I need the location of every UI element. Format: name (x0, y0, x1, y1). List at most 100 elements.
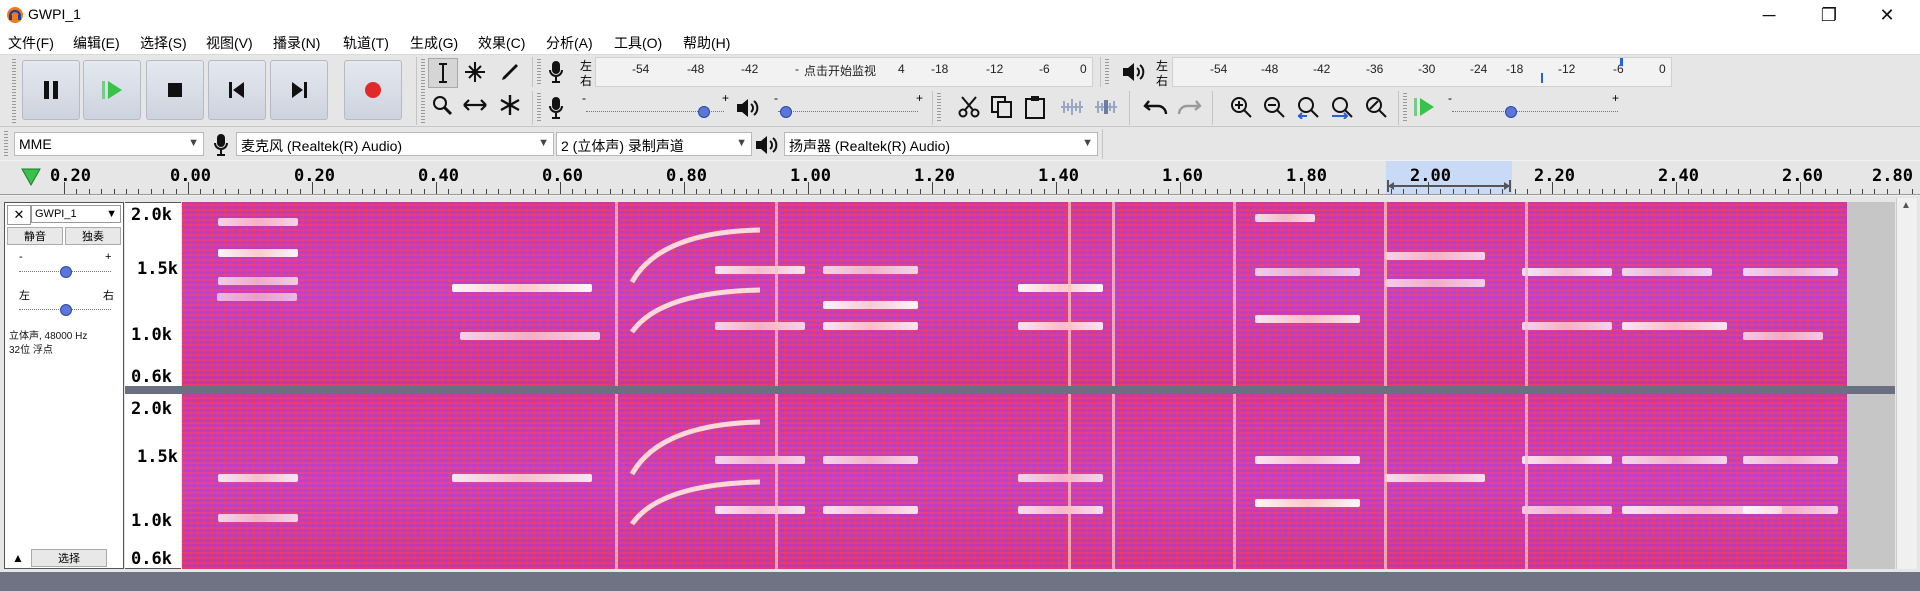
maximize-button[interactable]: ❐ (1800, 0, 1858, 30)
paste-button[interactable] (1021, 93, 1049, 121)
speed-thumb[interactable] (1505, 106, 1518, 118)
recording-channels-select[interactable]: 2 (立体声) 录制声道 ▼ (556, 132, 752, 156)
stop-button[interactable] (146, 60, 204, 120)
timeline-ruler[interactable]: 0.20 0.00 0.20 0.40 0.60 0.80 1.00 1.20 … (0, 161, 1920, 195)
cut-button[interactable] (955, 93, 983, 121)
close-track-button[interactable]: ✕ (7, 205, 31, 225)
skip-end-icon (292, 82, 307, 98)
channel-separator[interactable] (125, 386, 1895, 394)
skip-to-end-button[interactable] (270, 60, 328, 120)
record-button[interactable] (344, 60, 402, 120)
transport-grip[interactable] (12, 59, 16, 123)
menu-tools[interactable]: 工具(O) (614, 33, 662, 53)
fit-selection-button[interactable] (1294, 93, 1322, 121)
minimize-button[interactable]: ─ (1740, 0, 1798, 30)
pause-button[interactable] (22, 60, 80, 120)
copy-button[interactable] (988, 93, 1016, 121)
playback-volume-slider[interactable]: - + (772, 91, 924, 121)
close-window-button[interactable]: ✕ (1858, 0, 1916, 30)
record-meter-grip[interactable] (537, 59, 541, 85)
pinned-play-head-icon[interactable] (20, 167, 42, 187)
zoom-out-button[interactable] (1260, 93, 1288, 121)
ruler-tick (523, 189, 524, 194)
solo-button[interactable]: 独奏 (65, 227, 121, 245)
record-volume-slider[interactable]: - + (580, 91, 730, 121)
silence-audio-button[interactable] (1092, 93, 1120, 121)
tools-grip[interactable] (421, 59, 425, 123)
menu-transport[interactable]: 播录(N) (273, 33, 320, 53)
playback-meter[interactable]: -54 -48 -42 -36 -30 -24 -18 -12 -6 0 (1172, 57, 1672, 87)
menu-analyze[interactable]: 分析(A) (546, 33, 593, 53)
play-at-speed-grip[interactable] (1403, 93, 1407, 123)
horizontal-scroll-strip[interactable] (0, 572, 1920, 591)
play-button[interactable] (83, 60, 141, 120)
device-grip[interactable] (4, 131, 8, 157)
ruler-label: 0.40 (418, 166, 459, 186)
record-meter-button[interactable] (544, 59, 568, 85)
mixer-grip[interactable] (537, 93, 541, 123)
spectrogram-band (218, 277, 298, 285)
menu-edit[interactable]: 编辑(E) (73, 33, 120, 53)
time-shift-tool-button[interactable] (461, 91, 489, 119)
zoom-toggle-button[interactable] (1362, 93, 1390, 121)
multi-tool-button[interactable] (496, 91, 524, 119)
skip-to-start-button[interactable] (208, 60, 266, 120)
envelope-tool-button[interactable] (461, 58, 489, 86)
playback-meter-button[interactable] (1120, 59, 1148, 85)
fit-project-button[interactable] (1328, 93, 1356, 121)
menu-generate[interactable]: 生成(G) (410, 33, 458, 53)
playback-volume-thumb[interactable] (780, 106, 792, 118)
recording-device-select[interactable]: 麦克风 (Realtek(R) Audio) ▼ (236, 132, 554, 156)
play-at-speed-slider[interactable]: - + (1446, 91, 1624, 121)
spectrogram-band (217, 293, 297, 301)
menu-tracks[interactable]: 轨道(T) (343, 33, 389, 53)
track-empty-area[interactable] (1847, 394, 1895, 569)
record-meter-monitor-prompt[interactable]: 点击开始监视 (804, 62, 876, 79)
pan-slider[interactable] (19, 301, 111, 317)
zoom-in-button[interactable] (1227, 93, 1255, 121)
spectrogram-right-channel[interactable] (182, 394, 1847, 569)
gain-slider[interactable] (19, 263, 111, 279)
undo-button[interactable] (1142, 93, 1170, 121)
track-empty-area[interactable] (1847, 202, 1895, 386)
gain-thumb[interactable] (60, 266, 72, 278)
ruler-label: 1.00 (790, 166, 831, 186)
ruler-tick (1192, 189, 1193, 194)
ruler-tick (1577, 189, 1578, 194)
record-meter-tick: - (795, 62, 799, 76)
gain-minus: - (19, 251, 23, 263)
playback-meter-grip[interactable] (1105, 59, 1109, 85)
mute-button[interactable]: 静音 (7, 227, 63, 245)
menu-select[interactable]: 选择(S) (140, 33, 187, 53)
spectrogram-left-channel[interactable] (182, 202, 1847, 386)
selection-tool-button[interactable] (428, 58, 458, 88)
vertical-scrollbar[interactable]: ▲ (1896, 198, 1917, 569)
audio-host-select[interactable]: MME ▼ (14, 132, 204, 156)
pan-thumb[interactable] (60, 304, 72, 316)
record-volume-thumb[interactable] (698, 106, 711, 118)
ruler-tick (535, 189, 536, 194)
spectrogram-transient (615, 202, 618, 386)
edit-grip[interactable] (937, 93, 941, 123)
zoom-tool-button[interactable] (428, 91, 456, 119)
menu-help[interactable]: 帮助(H) (683, 33, 730, 53)
record-meter-tick: -6 (1039, 62, 1050, 76)
scroll-up-icon[interactable]: ▲ (1901, 200, 1911, 211)
ruler-tick (163, 189, 164, 194)
collapse-track-button[interactable]: ▲ (7, 549, 29, 567)
draw-tool-button[interactable] (496, 58, 524, 86)
play-at-speed-button[interactable] (1410, 93, 1438, 121)
menu-effect[interactable]: 效果(C) (478, 33, 525, 53)
chevron-down-icon: ▼ (736, 137, 747, 149)
trim-audio-button[interactable] (1058, 93, 1086, 121)
menu-view[interactable]: 视图(V) (206, 33, 253, 53)
track-control-panel[interactable]: ✕ GWPI_1 ▼ 静音 独奏 - + 左 右 立体声, 48000 Hz 3… (4, 202, 124, 569)
redo-button[interactable] (1175, 93, 1203, 121)
menu-file[interactable]: 文件(F) (8, 33, 54, 53)
select-track-button[interactable]: 选择 (31, 549, 107, 567)
record-meter[interactable]: -54 -48 -42 - 点击开始监视 4 -18 -12 -6 0 (595, 57, 1093, 87)
playback-volume-plus: + (916, 91, 924, 105)
ruler-tick (1825, 189, 1826, 194)
playback-device-select[interactable]: 扬声器 (Realtek(R) Audio) ▼ (784, 132, 1098, 156)
track-menu-button[interactable]: GWPI_1 ▼ (31, 205, 121, 223)
